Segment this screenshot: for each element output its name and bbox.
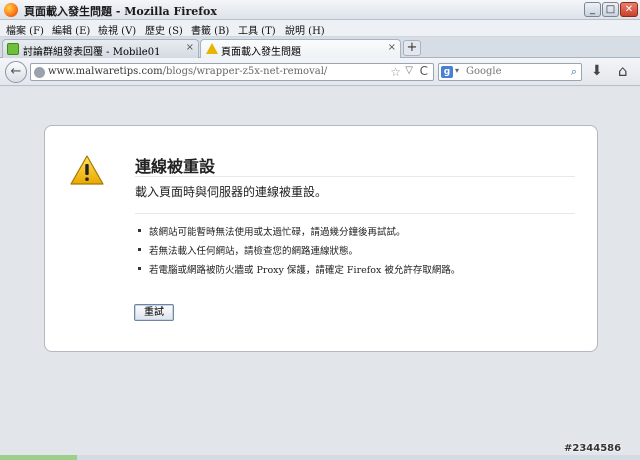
menu-bar: 檔案 (F) 編輯 (E) 檢視 (V) 歷史 (S) 書籤 (B) 工具 (T…: [0, 20, 640, 37]
window-title: 頁面載入發生問題 - Mozilla Firefox: [24, 5, 217, 18]
retry-button[interactable]: 重試: [134, 304, 174, 321]
tab-mobile01[interactable]: 討論群組發表回覆 - Mobile01 ×: [2, 39, 199, 58]
search-engine-dropdown-icon[interactable]: ▾: [455, 66, 459, 75]
reload-icon[interactable]: C: [420, 64, 428, 78]
url-domain: www.malwaretips.com: [48, 66, 163, 77]
url-text: www.malwaretips.com/blogs/wrapper-z5x-ne…: [48, 66, 327, 77]
menu-tools[interactable]: 工具 (T): [238, 22, 276, 37]
back-button[interactable]: ←: [5, 61, 27, 83]
home-button[interactable]: ⌂: [618, 62, 628, 80]
tab-label: 討論群組發表回覆 - Mobile01: [23, 47, 161, 58]
title-bar: 頁面載入發生問題 - Mozilla Firefox _ □ ✕: [0, 0, 640, 20]
bookmark-star-icon[interactable]: ☆: [390, 65, 401, 79]
url-bar[interactable]: www.malwaretips.com/blogs/wrapper-z5x-ne…: [30, 63, 434, 81]
error-suggestions: 該網站可能暫時無法使用或太過忙碌，請過幾分鐘後再試試。 若無法載入任何網站，請檢…: [135, 224, 460, 281]
divider: [135, 176, 575, 177]
forum-favicon-icon: [7, 43, 19, 55]
navigation-bar: ← www.malwaretips.com/blogs/wrapper-z5x-…: [0, 58, 640, 86]
warning-icon: [206, 43, 218, 54]
tab-close-icon[interactable]: ×: [186, 42, 194, 53]
error-panel: 連線被重設 載入頁面時與伺服器的連線被重設。 該網站可能暫時無法使用或太過忙碌，…: [44, 125, 598, 352]
download-button[interactable]: ⬇: [591, 63, 603, 79]
menu-view[interactable]: 檢視 (V): [98, 22, 136, 37]
divider: [135, 213, 575, 214]
error-subtitle: 載入頁面時與伺服器的連線被重設。: [135, 185, 328, 199]
suggestion-item: 若無法載入任何網站，請檢查您的網路連線狀態。: [135, 243, 460, 262]
suggestion-item: 該網站可能暫時無法使用或太過忙碌，請過幾分鐘後再試試。: [135, 224, 460, 243]
firefox-logo-icon: [4, 3, 18, 17]
search-icon[interactable]: ⌕: [571, 65, 577, 79]
status-progress: [0, 455, 77, 460]
watermark: #2344586: [564, 443, 622, 454]
tab-close-icon[interactable]: ×: [388, 42, 396, 53]
error-title: 連線被重設: [135, 157, 216, 176]
menu-file[interactable]: 檔案 (F): [6, 22, 44, 37]
menu-help[interactable]: 說明 (H): [285, 22, 325, 37]
search-bar[interactable]: g ▾ Google ⌕: [438, 63, 582, 81]
tab-error-page[interactable]: 頁面載入發生問題 ×: [200, 39, 401, 59]
url-path: /blogs/wrapper-z5x-net-removal/: [162, 66, 328, 77]
tab-label: 頁面載入發生問題: [221, 47, 301, 58]
page-content: 連線被重設 載入頁面時與伺服器的連線被重設。 該網站可能暫時無法使用或太過忙碌，…: [0, 87, 640, 460]
warning-triangle-icon: [70, 155, 104, 185]
minimize-button[interactable]: _: [584, 2, 601, 17]
history-dropdown-icon[interactable]: ▽: [405, 65, 413, 76]
maximize-button[interactable]: □: [602, 2, 619, 17]
menu-history[interactable]: 歷史 (S): [145, 22, 183, 37]
tab-bar: 討論群組發表回覆 - Mobile01 × 頁面載入發生問題 × +: [0, 37, 640, 59]
menu-bookmarks[interactable]: 書籤 (B): [191, 22, 229, 37]
globe-icon: [34, 67, 45, 78]
status-bar: [0, 455, 640, 460]
search-placeholder: Google: [466, 66, 502, 77]
close-window-button[interactable]: ✕: [620, 2, 638, 17]
new-tab-button[interactable]: +: [403, 40, 421, 56]
menu-edit[interactable]: 編輯 (E): [52, 22, 90, 37]
suggestion-item: 若電腦或網路被防火牆或 Proxy 保護，請確定 Firefox 被允許存取網路…: [135, 262, 460, 281]
google-icon[interactable]: g: [441, 66, 453, 78]
